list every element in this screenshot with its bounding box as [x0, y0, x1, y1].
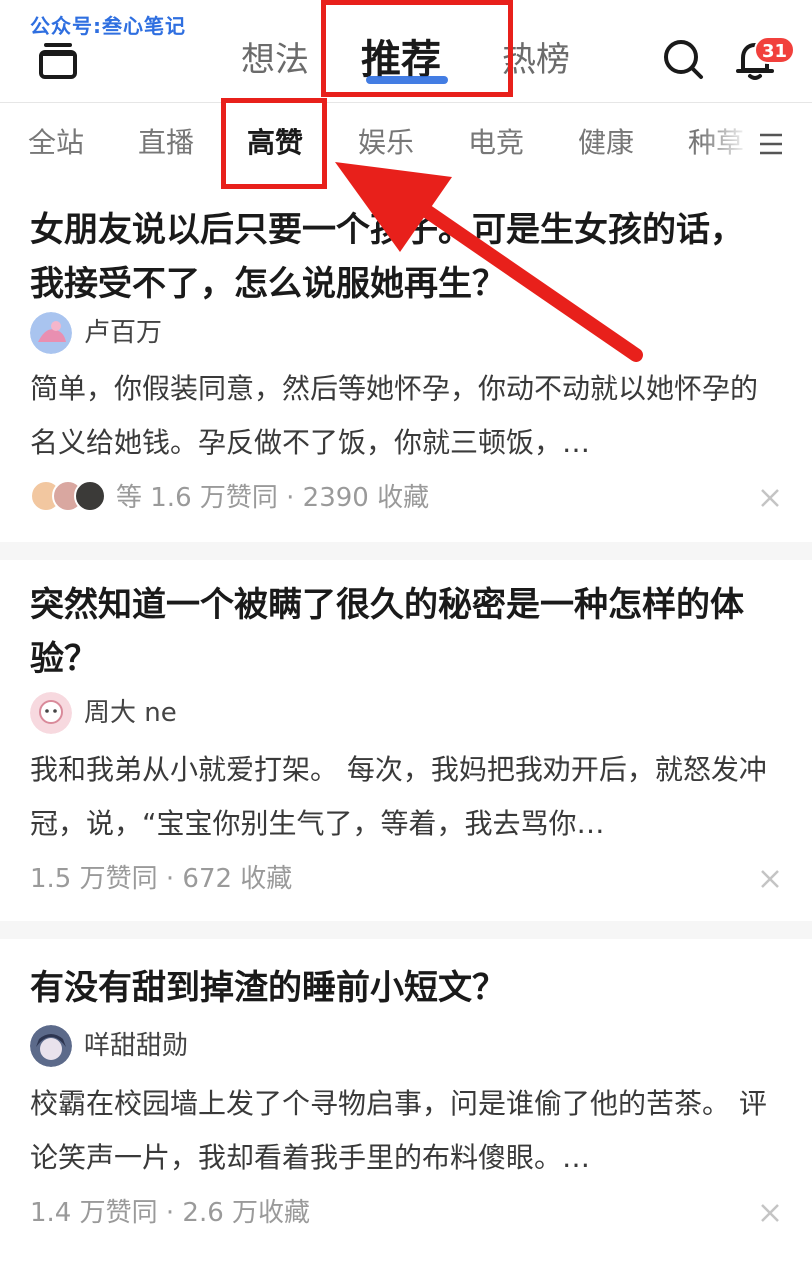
author-avatar[interactable]	[30, 312, 72, 354]
meta-row: 等 1.6 万赞同 · 2390 收藏	[30, 478, 782, 518]
vote-and-collect-stats: 1.4 万赞同 · 2.6 万收藏	[30, 1198, 311, 1228]
author-avatar[interactable]	[30, 1025, 72, 1067]
close-icon[interactable]	[758, 486, 782, 510]
category-menu-icon[interactable]	[758, 131, 784, 157]
search-icon[interactable]	[662, 38, 704, 80]
author-name[interactable]: 咩甜甜勋	[84, 1029, 188, 1063]
vote-and-collect-stats: 1.5 万赞同 · 672 收藏	[30, 864, 293, 894]
close-icon[interactable]	[758, 1201, 782, 1225]
answer-excerpt[interactable]: 简单，你假装同意，然后等她怀孕，你动不动就以她怀孕的名义给她钱。孕反做不了饭，你…	[30, 362, 772, 470]
answer-excerpt[interactable]: 我和我弟从小就爱打架。 每次，我妈把我劝开后，就怒发冲冠，说，“宝宝你别生气了，…	[30, 743, 772, 851]
feed-card[interactable]: 突然知道一个被瞒了很久的秘密是一种怎样的体验？ 周大 ne 我和我弟从小就爱打架…	[0, 560, 812, 921]
category-live[interactable]: 直播	[138, 123, 194, 163]
category-entertainment[interactable]: 娱乐	[358, 123, 414, 163]
voter-avatar	[74, 480, 106, 512]
question-title[interactable]: 女朋友说以后只要一个孩子。可是生女孩的话，我接受不了，怎么说服她再生？	[30, 203, 772, 311]
category-fade	[700, 103, 750, 185]
question-title[interactable]: 突然知道一个被瞒了很久的秘密是一种怎样的体验？	[30, 578, 772, 686]
category-top-liked[interactable]: 高赞	[247, 123, 303, 163]
tab-ideas[interactable]: 想法	[241, 36, 309, 84]
vote-and-collect-stats: 等 1.6 万赞同 · 2390 收藏	[116, 483, 430, 513]
watermark: 公众号:叁心笔记	[30, 14, 186, 38]
category-esports[interactable]: 电竞	[468, 123, 524, 163]
notification-badge: 31	[754, 36, 796, 64]
author-name[interactable]: 周大 ne	[84, 696, 177, 730]
app-screen: 公众号:叁心笔记 想法 推荐 热榜 31 全站 直播 高赞 娱乐 电竞 健康 种…	[0, 0, 812, 1280]
sidebar-menu-icon[interactable]	[38, 40, 78, 80]
feed-card[interactable]: 女朋友说以后只要一个孩子。可是生女孩的话，我接受不了，怎么说服她再生？ 卢百万 …	[0, 185, 812, 542]
category-bar: 全站 直播 高赞 娱乐 电竞 健康 种草	[0, 103, 812, 185]
category-health[interactable]: 健康	[578, 123, 634, 163]
answer-excerpt[interactable]: 校霸在校园墙上发了个寻物启事，问是谁偷了他的苦茶。 评论笑声一片，我却看着我手里…	[30, 1077, 772, 1185]
question-title[interactable]: 有没有甜到掉渣的睡前小短文？	[30, 961, 772, 1015]
author-name[interactable]: 卢百万	[84, 316, 162, 350]
close-icon[interactable]	[758, 867, 782, 891]
feed-card[interactable]: 有没有甜到掉渣的睡前小短文？ 咩甜甜勋 校霸在校园墙上发了个寻物启事，问是谁偷了…	[0, 939, 812, 1280]
voter-avatars	[30, 480, 110, 514]
category-all[interactable]: 全站	[28, 123, 84, 163]
tab-hot-list[interactable]: 热榜	[502, 36, 570, 84]
author-avatar[interactable]	[30, 692, 72, 734]
active-tab-indicator	[366, 76, 448, 84]
meta-row: 1.5 万赞同 · 672 收藏	[30, 859, 782, 899]
meta-row: 1.4 万赞同 · 2.6 万收藏	[30, 1193, 782, 1233]
